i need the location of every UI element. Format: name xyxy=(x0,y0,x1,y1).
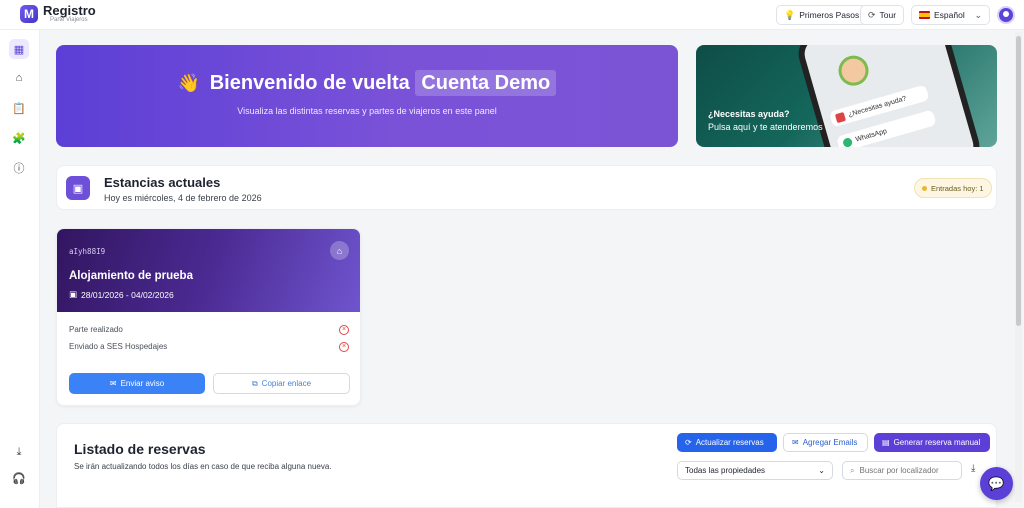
page-scrollbar[interactable] xyxy=(1015,32,1022,502)
sidebar-item-ayuda[interactable]: ⓘ xyxy=(9,158,29,178)
primeros-pasos-label: Primeros Pasos xyxy=(799,10,860,20)
sidebar-item-download[interactable]: ⤓ xyxy=(9,442,29,462)
headset-icon: 🎧 xyxy=(12,472,26,485)
actualizar-reservas-label: Actualizar reservas xyxy=(695,438,764,447)
help-card[interactable]: ¿Necesitas ayuda? WhatsApp ¿Necesitas ay… xyxy=(696,45,997,147)
estancias-date: Hoy es miércoles, 4 de febrero de 2026 xyxy=(104,193,262,203)
sidebar-item-home[interactable]: ⌂ xyxy=(9,68,29,88)
property-name: Alojamiento de prueba xyxy=(69,270,193,282)
brand-subtitle: Parte Viajeros xyxy=(50,17,88,23)
listado-reservas-card: Listado de reservas Se irán actualizando… xyxy=(56,423,997,508)
search-input[interactable] xyxy=(859,466,955,475)
spain-flag-icon xyxy=(919,11,930,19)
tour-button[interactable]: ⟳ Tour xyxy=(860,5,905,25)
bubble-icon xyxy=(834,111,846,123)
document-icon: ▤ xyxy=(882,438,890,447)
enviar-aviso-label: Enviar aviso xyxy=(120,379,165,388)
search-icon: ⌕ xyxy=(850,465,855,475)
sidebar-item-support[interactable]: 🎧 xyxy=(9,468,29,488)
whatsapp-icon xyxy=(841,136,854,147)
download-icon[interactable]: ⤓ xyxy=(971,463,975,474)
calendar-small-icon: ▣ xyxy=(69,289,78,299)
agregar-emails-button[interactable]: ✉ Agregar Emails xyxy=(783,433,868,452)
primeros-pasos-button[interactable]: 💡 Primeros Pasos xyxy=(776,5,868,25)
mail-icon: ✉ xyxy=(792,438,799,447)
tour-label: Tour xyxy=(879,10,897,20)
entradas-hoy-badge: Entradas hoy: 1 xyxy=(914,178,992,198)
help-title: ¿Necesitas ayuda? xyxy=(708,109,790,119)
puzzle-icon: 🧩 xyxy=(12,132,26,145)
sidebar: ▦ ⌂ 📋 🧩 ⓘ ⤓ 🎧 xyxy=(0,30,40,508)
calendar-icon: ▣ xyxy=(66,176,90,200)
propiedades-select-value: Todas las propiedades xyxy=(685,466,766,475)
phone-whatsapp-text: WhatsApp xyxy=(854,127,888,144)
language-label: Español xyxy=(934,10,965,20)
chat-button[interactable]: 💬 xyxy=(980,467,1013,500)
estancias-title: Estancias actuales xyxy=(104,175,221,190)
chat-bubble-icon: 💬 xyxy=(988,475,1005,491)
sidebar-item-reservas[interactable]: 📋 xyxy=(9,98,29,118)
app-logo[interactable]: M xyxy=(20,5,38,23)
waving-hand-icon: 👋 xyxy=(177,73,201,93)
entradas-hoy-label: Entradas hoy: 1 xyxy=(931,183,984,193)
propiedades-select[interactable]: Todas las propiedades ⌄ xyxy=(677,461,833,480)
listado-subtitle: Se irán actualizando todos los días en c… xyxy=(74,462,332,471)
property-code: aIyh88I9 xyxy=(69,247,106,256)
welcome-subtitle: Visualiza las distintas reservas y parte… xyxy=(237,106,497,116)
property-card: aIyh88I9 ⌂ Alojamiento de prueba ▣ 28/01… xyxy=(56,228,361,406)
help-subtitle: Pulsa aquí y te atenderemos xyxy=(708,122,823,132)
download-icon: ⤓ xyxy=(16,445,22,458)
status-dot-icon xyxy=(922,185,927,191)
sidebar-item-dashboard[interactable]: ▦ xyxy=(9,39,29,59)
search-field[interactable]: ⌕ xyxy=(842,461,962,480)
copiar-enlace-label: Copiar enlace xyxy=(261,379,312,388)
welcome-user-name: Cuenta Demo xyxy=(415,70,557,96)
agregar-emails-label: Agregar Emails xyxy=(802,438,858,447)
generar-reserva-manual-label: Generar reserva manual xyxy=(893,438,981,447)
generar-reserva-manual-button[interactable]: ▤ Generar reserva manual xyxy=(874,433,990,452)
language-select[interactable]: Español ⌄ xyxy=(911,5,990,25)
chevron-down-icon: ⌄ xyxy=(974,9,982,20)
status-row-parte: Parte realizado xyxy=(69,325,123,334)
property-date-range: ▣ 28/01/2026 - 04/02/2026 xyxy=(69,289,174,300)
x-circle-icon: × xyxy=(339,342,349,352)
listado-title: Listado de reservas xyxy=(74,441,206,457)
scrollbar-thumb[interactable] xyxy=(1016,36,1021,326)
copiar-enlace-button[interactable]: ⧉ Copiar enlace xyxy=(213,373,350,394)
phone-bubble-text: ¿Necesitas ayuda? xyxy=(847,94,908,119)
estancias-header-card: ▣ Estancias actuales Hoy es miércoles, 4… xyxy=(56,165,997,210)
grid-icon: ▦ xyxy=(13,43,25,56)
person-icon xyxy=(834,52,873,90)
chevron-down-icon: ⌄ xyxy=(818,466,825,475)
lightbulb-icon: 💡 xyxy=(784,9,796,20)
refresh-icon: ⟳ xyxy=(868,9,876,20)
refresh-doc-icon: ⟳ xyxy=(685,438,692,447)
top-bar: M Registro Parte Viajeros 💡 Primeros Pas… xyxy=(0,0,1024,30)
help-circle-icon: ⓘ xyxy=(13,163,25,175)
property-range-text: 28/01/2026 - 04/02/2026 xyxy=(81,289,174,300)
property-card-header: aIyh88I9 ⌂ Alojamiento de prueba ▣ 28/01… xyxy=(57,229,360,312)
x-circle-icon: × xyxy=(339,325,349,335)
home-icon: ⌂ xyxy=(15,72,23,84)
copy-icon: ⧉ xyxy=(251,378,258,388)
clipboard-check-icon: 📋 xyxy=(12,102,26,115)
user-avatar[interactable] xyxy=(997,6,1015,24)
sidebar-item-integraciones[interactable]: 🧩 xyxy=(9,128,29,148)
status-row-ses: Enviado a SES Hospedajes xyxy=(69,342,168,351)
brand-name[interactable]: Registro xyxy=(43,3,96,18)
enviar-aviso-button[interactable]: ✉ Enviar aviso xyxy=(69,373,205,394)
mail-icon: ✉ xyxy=(109,379,117,388)
house-icon[interactable]: ⌂ xyxy=(330,241,349,260)
welcome-title-text: Bienvenido de vuelta xyxy=(209,72,410,94)
welcome-banner: 👋 Bienvenido de vuelta Cuenta Demo Visua… xyxy=(56,45,678,147)
welcome-title: 👋 Bienvenido de vuelta Cuenta Demo xyxy=(56,70,678,96)
actualizar-reservas-button[interactable]: ⟳ Actualizar reservas xyxy=(677,433,777,452)
